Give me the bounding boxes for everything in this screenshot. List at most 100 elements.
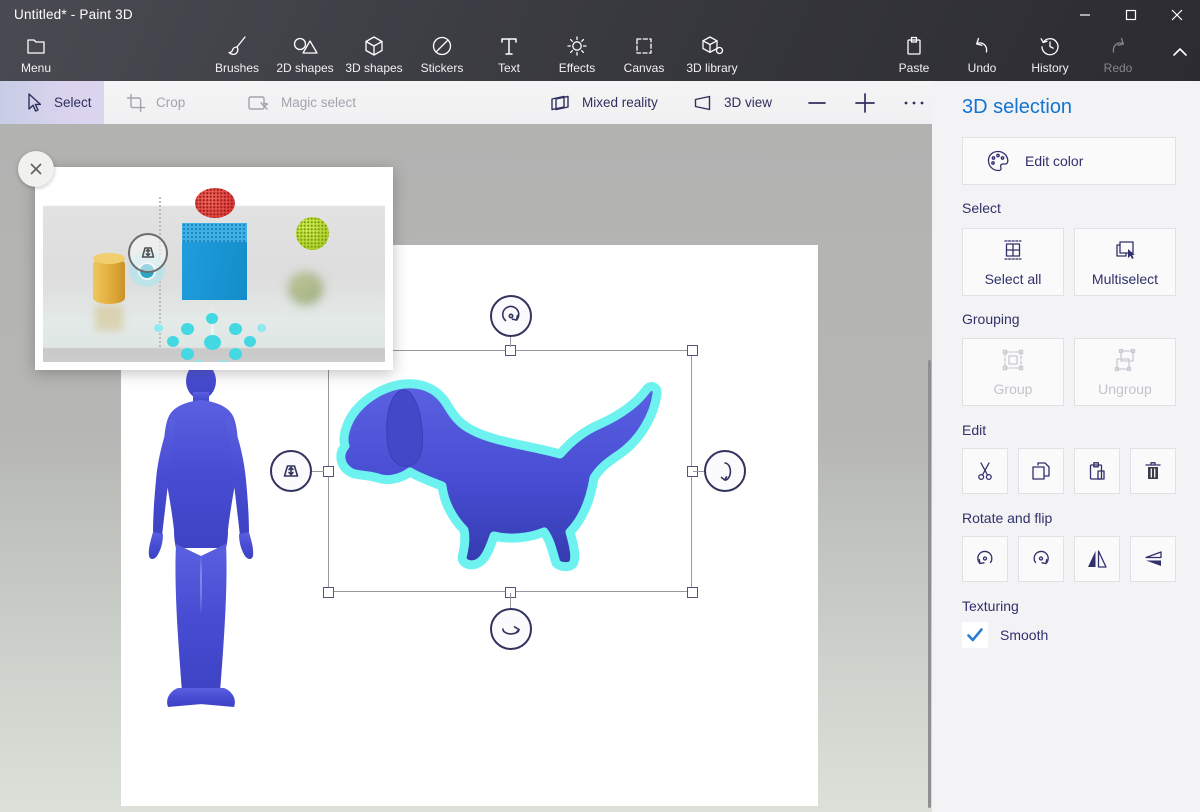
cursor-arrow-icon [24, 92, 44, 114]
history-clock-icon [1038, 34, 1062, 58]
workspace[interactable] [0, 124, 932, 812]
redo-icon [1106, 34, 1130, 58]
menu-label: Menu [21, 61, 51, 75]
checkmark-icon [966, 627, 984, 643]
minimize-icon [1079, 9, 1091, 21]
cut-button[interactable] [962, 448, 1008, 494]
ellipsis-icon [902, 92, 926, 114]
crop-tool-button[interactable]: Crop [126, 81, 185, 124]
teal-dot [181, 348, 194, 360]
copy-button[interactable] [1018, 448, 1064, 494]
2d-shapes-icon [292, 34, 318, 58]
tutorial-scene [43, 175, 385, 362]
flip-horizontal-button[interactable] [1074, 536, 1120, 582]
3d-view-label: 3D view [724, 95, 772, 110]
close-button[interactable] [1154, 0, 1200, 30]
select-tool-label: Select [54, 95, 92, 110]
history-label: History [1031, 61, 1068, 75]
flip-vertical-button[interactable] [1130, 536, 1176, 582]
select-tool-button[interactable]: Select [24, 81, 92, 124]
selection-handle-sw[interactable] [323, 587, 334, 598]
teal-dot [244, 336, 256, 347]
redo-label: Redo [1104, 61, 1133, 75]
3d-view-icon [692, 93, 714, 113]
delete-button[interactable] [1130, 448, 1176, 494]
paint3d-window: Untitled* - Paint 3D Menu Brushes [0, 0, 1200, 812]
mixed-reality-button[interactable]: Mixed reality [548, 81, 658, 124]
close-icon [1171, 9, 1183, 21]
redo-button[interactable]: Redo [1086, 34, 1150, 78]
teal-dot [181, 323, 194, 335]
group-button[interactable]: Group [962, 338, 1064, 406]
cylinder-reflection [95, 305, 123, 331]
zoom-out-button[interactable] [806, 81, 828, 124]
rotate-y-icon [712, 458, 738, 484]
magic-select-icon [247, 93, 271, 113]
selection-handle-ne[interactable] [687, 345, 698, 356]
select-all-button[interactable]: Select all [962, 228, 1064, 296]
rotate-x-handle[interactable] [490, 608, 532, 650]
ungroup-button[interactable]: Ungroup [1074, 338, 1176, 406]
teal-dot [154, 324, 163, 332]
text-icon [498, 34, 520, 58]
paste-button[interactable]: Paste [882, 34, 946, 78]
paste-panel-button[interactable] [1074, 448, 1120, 494]
selection-handle-w[interactable] [323, 466, 334, 477]
3d-library-label: 3D library [686, 61, 737, 75]
teal-dot [229, 348, 242, 360]
depth-anchor-handle[interactable] [270, 450, 312, 492]
3d-library-button[interactable]: 3D library [680, 34, 744, 78]
3d-model-man[interactable] [128, 360, 270, 716]
tutorial-popup[interactable] [35, 167, 393, 370]
rotate-ccw-button[interactable] [962, 536, 1008, 582]
effects-label: Effects [559, 61, 595, 75]
plus-icon [853, 91, 877, 115]
mixed-reality-icon [548, 93, 572, 113]
edit-color-label: Edit color [1025, 153, 1083, 169]
popup-close-button[interactable] [18, 151, 54, 187]
collapse-ribbon-button[interactable] [1148, 40, 1200, 84]
magic-select-button[interactable]: Magic select [247, 81, 356, 124]
undo-button[interactable]: Undo [950, 34, 1014, 78]
group-label: Group [994, 381, 1033, 397]
undo-label: Undo [968, 61, 997, 75]
smooth-checkbox[interactable] [962, 622, 988, 648]
maximize-button[interactable] [1108, 0, 1154, 30]
brush-icon [225, 34, 249, 58]
effects-button[interactable]: Effects [545, 34, 609, 78]
depth-stem [312, 471, 324, 472]
history-button[interactable]: History [1018, 34, 1082, 78]
vertical-scrollbar[interactable] [928, 360, 931, 808]
edit-color-button[interactable]: Edit color [962, 137, 1176, 185]
selection-box[interactable] [328, 350, 692, 592]
more-options-button[interactable] [902, 81, 926, 124]
brushes-label: Brushes [215, 61, 259, 75]
paste-label: Paste [899, 61, 930, 75]
brushes-button[interactable]: Brushes [205, 34, 269, 78]
paste-clipboard-icon [902, 34, 926, 58]
main-toolbar: Menu Brushes 2D shapes 3D shapes [0, 30, 1200, 81]
stickers-button[interactable]: Stickers [410, 34, 474, 78]
rotate-y-handle[interactable] [704, 450, 746, 492]
rotate-cw-button[interactable] [1018, 536, 1064, 582]
multiselect-label: Multiselect [1092, 271, 1158, 287]
multiselect-button[interactable]: Multiselect [1074, 228, 1176, 296]
flip-vertical-icon [1141, 547, 1165, 571]
text-label: Text [498, 61, 520, 75]
canvas-button[interactable]: Canvas [612, 34, 676, 78]
menu-button[interactable]: Menu [4, 34, 68, 78]
text-button[interactable]: Text [477, 34, 541, 78]
anchor-ring-icon [128, 233, 168, 273]
rotate-z-handle[interactable] [490, 295, 532, 337]
3d-view-button[interactable]: 3D view [692, 81, 772, 124]
select-all-label: Select all [985, 271, 1042, 287]
ungroup-label: Ungroup [1098, 381, 1152, 397]
window-title: Untitled* - Paint 3D [14, 7, 133, 22]
3d-shapes-button[interactable]: 3D shapes [342, 34, 406, 78]
zoom-in-button[interactable] [853, 81, 877, 124]
2d-shapes-button[interactable]: 2D shapes [273, 34, 337, 78]
2d-shapes-label: 2D shapes [276, 61, 333, 75]
crop-icon [126, 93, 146, 113]
selection-handle-se[interactable] [687, 587, 698, 598]
minimize-button[interactable] [1062, 0, 1108, 30]
